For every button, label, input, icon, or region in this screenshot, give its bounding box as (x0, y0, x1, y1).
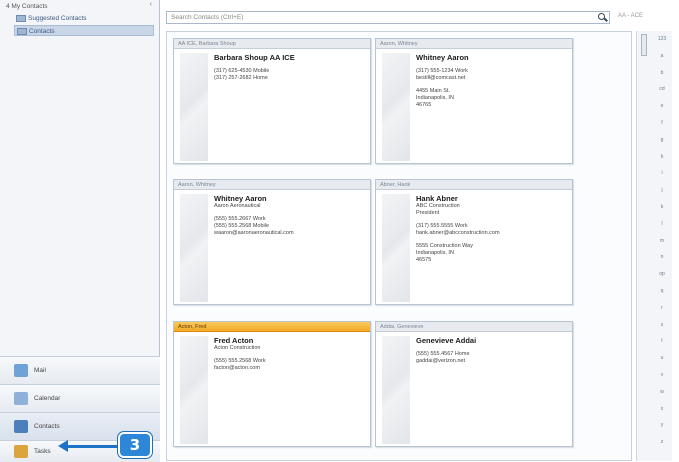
nav-button-label: Tasks (34, 448, 51, 455)
alphabet-index-button[interactable]: op (650, 271, 674, 277)
folder-label: Suggested Contacts (28, 15, 87, 22)
alphabet-index-button[interactable]: r (650, 305, 674, 311)
card-file-as: Aaron, Whitney (376, 39, 572, 49)
alphabet-index-button[interactable]: y (650, 422, 674, 428)
search-icon[interactable] (598, 13, 608, 23)
contact-photo-placeholder (180, 336, 208, 444)
alphabet-scroll-thumb[interactable] (641, 34, 647, 56)
alphabet-index-button[interactable]: 123 (650, 36, 674, 42)
alphabet-index-button[interactable]: n (650, 254, 674, 260)
contact-detail: ABC Construction (416, 203, 460, 209)
card-file-as: Addai, Genevieve (376, 322, 572, 332)
contact-name: Whitney Aaron (214, 194, 267, 203)
contact-detail: (555) 555.2568 Mobile (214, 223, 270, 229)
contact-photo-placeholder (382, 336, 410, 444)
alphabet-index-button[interactable]: e (650, 103, 674, 109)
alphabet-index-button[interactable]: q (650, 288, 674, 294)
contact-card[interactable]: Abner, Hank Hank Abner ABC Construction … (375, 179, 573, 305)
contact-photo-placeholder (180, 194, 208, 302)
alphabet-index-button[interactable]: j (650, 187, 674, 193)
alphabet-index-button[interactable]: v (650, 372, 674, 378)
card-file-as: Acton, Fred (174, 322, 370, 332)
contact-card[interactable]: Aaron, Whitney Whitney Aaron Aaron Aeron… (173, 179, 371, 305)
contact-photo-placeholder (382, 53, 410, 161)
contact-name: Genevieve Addai (416, 336, 477, 345)
contact-detail: Acton Construction (214, 345, 261, 351)
contact-detail: Indianapolis, IN (416, 95, 454, 101)
card-file-as: AA ICE, Barbara Shoup (174, 39, 370, 49)
search-input[interactable]: Search Contacts (Ctrl+E) (166, 11, 610, 24)
contact-detail: facton@acton.com (214, 365, 260, 371)
alphabet-index-button[interactable]: w (650, 389, 674, 395)
nav-button-label: Contacts (34, 423, 60, 430)
contact-detail: waaron@aaronaeronautical.com (214, 230, 294, 236)
contact-photo-placeholder (180, 53, 208, 161)
folder-label: Contacts (29, 28, 55, 35)
tasks-icon (14, 445, 28, 458)
alphabet-index-button[interactable]: b (650, 70, 674, 76)
search-scope[interactable]: AA - ACE (618, 13, 674, 23)
alphabet-index-button[interactable]: m (650, 238, 674, 244)
contact-photo-placeholder (382, 194, 410, 302)
contact-name: Fred Acton (214, 336, 254, 345)
contact-detail: (317) 555-1234 Work (416, 68, 468, 74)
alphabet-index-button[interactable]: x (650, 406, 674, 412)
callout-arrow (58, 440, 118, 452)
alphabet-index-button[interactable]: h (650, 154, 674, 160)
contact-detail: (555) 555.2568 Work (214, 358, 266, 364)
contact-detail: 46575 (416, 257, 432, 263)
contact-detail: (555) 555.2667 Work (214, 216, 266, 222)
contact-detail: (555) 555.4567 Home (416, 351, 470, 357)
contact-card[interactable]: AA ICE, Barbara Shoup Barbara Shoup AA I… (173, 38, 371, 164)
contact-detail: 46765 (416, 102, 432, 108)
alphabet-index-button[interactable]: l (650, 221, 674, 227)
nav-button-calendar[interactable]: Calendar (0, 384, 160, 412)
contact-name: Hank Abner (416, 194, 458, 203)
mail-icon (14, 364, 28, 377)
contact-detail: Aaron Aeronautical (214, 203, 261, 209)
alphabet-index-button[interactable]: a (650, 53, 674, 59)
alphabet-index-button[interactable]: g (650, 137, 674, 143)
collapse-icon[interactable]: ‹ (150, 1, 152, 8)
contact-detail: (317) 257-2682 Home (214, 75, 268, 81)
contacts-folder-icon (16, 15, 26, 22)
contact-detail: 4455 Main St. (416, 88, 450, 94)
alphabet-index (636, 31, 672, 461)
calendar-icon (14, 392, 28, 405)
card-file-as: Aaron, Whitney (174, 180, 370, 190)
contact-detail: (317) 625-4530 Mobile (214, 68, 270, 74)
contacts-icon (14, 420, 28, 433)
contact-detail: (317) 555.5555 Work (416, 223, 468, 229)
nav-button-label: Calendar (34, 395, 61, 402)
contact-card[interactable]: Aaron, Whitney Whitney Aaron (317) 555-1… (375, 38, 573, 164)
callout-step-badge: 3 (118, 432, 152, 458)
contact-card[interactable]: Addai, Genevieve Genevieve Addai (555) 5… (375, 321, 573, 447)
folder-contacts[interactable]: Contacts (14, 25, 154, 36)
my-contacts-label: 4 My Contacts (6, 3, 48, 10)
contacts-folder-icon (17, 28, 27, 35)
navigation-pane: 4 My Contacts ‹ Suggested Contacts Conta… (0, 0, 160, 462)
alphabet-index-button[interactable]: cd (650, 86, 674, 92)
nav-button-label: Mail (34, 367, 46, 374)
alphabet-index-button[interactable]: u (650, 355, 674, 361)
contact-name: Whitney Aaron (416, 53, 469, 62)
alphabet-index-button[interactable]: k (650, 204, 674, 210)
nav-button-mail[interactable]: Mail (0, 356, 160, 384)
my-contacts-header[interactable]: 4 My Contacts ‹ (0, 0, 160, 12)
alphabet-index-button[interactable]: z (650, 439, 674, 445)
contact-detail: Indianapolis, IN (416, 250, 454, 256)
contact-detail: 5555 Construction Way (416, 243, 473, 249)
alphabet-index-button[interactable]: s (650, 322, 674, 328)
alphabet-index-button[interactable]: i (650, 170, 674, 176)
alphabet-index-button[interactable]: f (650, 120, 674, 126)
contact-name: Barbara Shoup AA ICE (214, 53, 295, 62)
card-file-as: Abner, Hank (376, 180, 572, 190)
contact-card-selected[interactable]: Acton, Fred Fred Acton Acton Constructio… (173, 321, 371, 447)
contact-detail: President (416, 210, 440, 216)
alphabet-index-button[interactable]: t (650, 338, 674, 344)
contact-detail: bestill@comcast.net (416, 75, 466, 81)
contact-detail: gaddai@verizon.net (416, 358, 466, 364)
folder-suggested-contacts[interactable]: Suggested Contacts (14, 13, 154, 24)
contact-detail: hank.abner@abcconstruction.com (416, 230, 500, 236)
